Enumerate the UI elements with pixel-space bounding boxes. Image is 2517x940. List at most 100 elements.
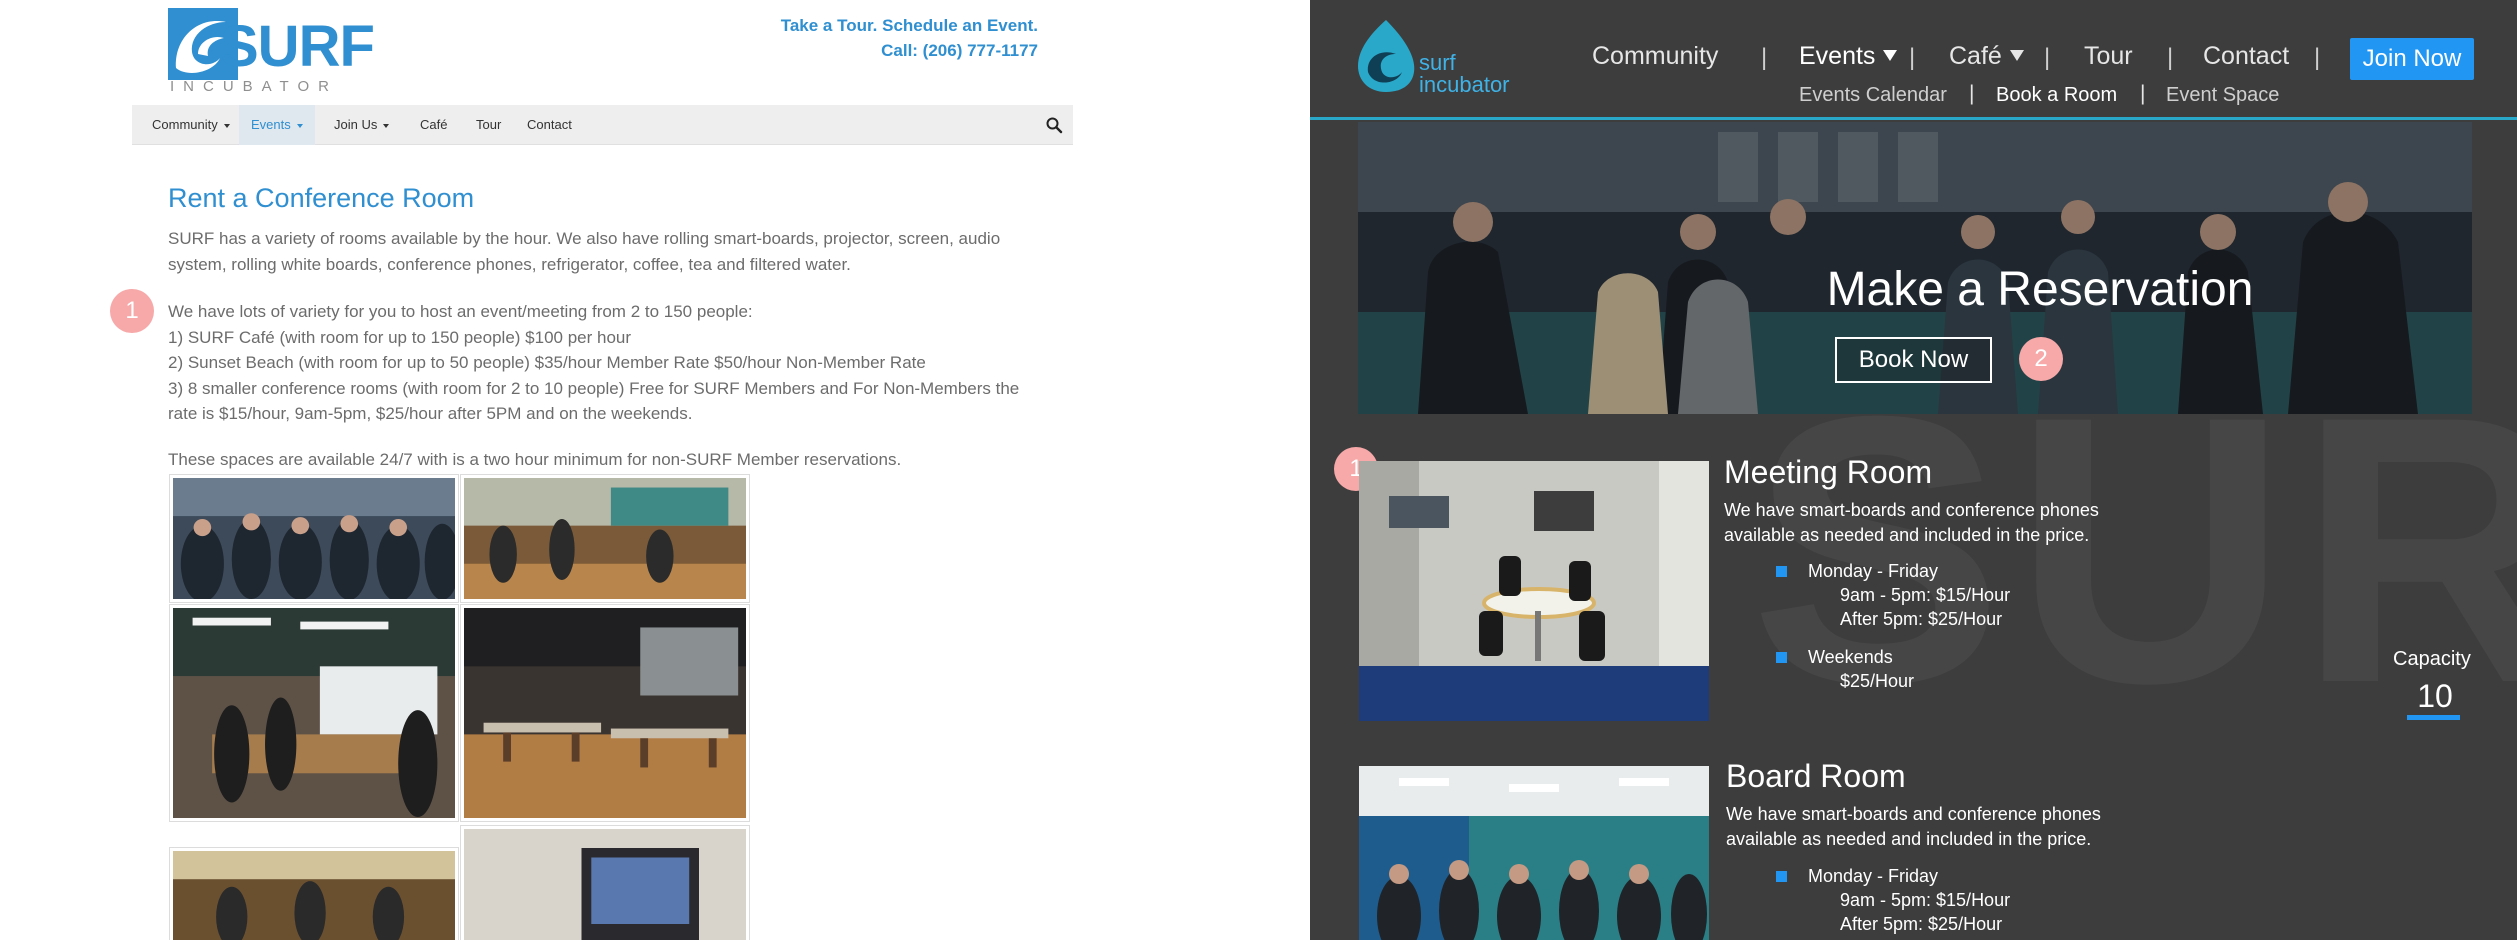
- schedule-rate: After 5pm: $25/Hour: [1840, 914, 2003, 934]
- surf-drop-logo-icon: [1358, 20, 1415, 92]
- intro-paragraph: SURF has a variety of rooms available by…: [168, 229, 1001, 274]
- schedule-rate: $25/Hour: [1840, 671, 1915, 691]
- subnav-book-a-room[interactable]: Book a Room: [1996, 84, 2117, 107]
- phone-link[interactable]: Call: (206) 777-1177: [781, 38, 1038, 63]
- logo-subtitle: INCUBATOR: [170, 78, 338, 95]
- variety-item: 3) 8 smaller conference rooms (with room…: [168, 378, 1020, 424]
- nav-label: Café: [1949, 42, 2002, 70]
- board-room-image: [1359, 766, 1709, 940]
- nav-item-events[interactable]: Events: [239, 105, 315, 145]
- subnav-separator: |: [2140, 82, 2146, 105]
- cafe-counter-image: [173, 851, 455, 940]
- event-room-image: [173, 608, 455, 818]
- meeting-room-photo[interactable]: [1359, 461, 1709, 721]
- gallery-photo[interactable]: [170, 605, 458, 821]
- caret-down-icon: [223, 123, 230, 128]
- surf-incubator-logo[interactable]: surf incubator: [1354, 18, 1534, 98]
- logo-text: surf incubator: [1419, 52, 1510, 96]
- header-tagline: Take a Tour. Schedule an Event. Call: (2…: [781, 13, 1038, 63]
- bullet-square-icon: [1776, 871, 1787, 882]
- variety-item: 1) SURF Café (with room for up to 150 pe…: [168, 327, 632, 347]
- triangle-down-icon: [2009, 49, 2024, 61]
- room-title: Board Room: [1726, 758, 1906, 794]
- nav-item-tour[interactable]: Tour: [464, 105, 513, 145]
- schedule-rate: 9am - 5pm: $15/Hour: [1840, 890, 2011, 910]
- logo-wordmark: SURF: [220, 14, 375, 79]
- nav-label: Tour: [476, 117, 502, 132]
- page-title: Rent a Conference Room: [168, 183, 475, 213]
- subnav-event-space[interactable]: Event Space: [2166, 84, 2279, 107]
- redesign-header: surf incubator Community | Events | Café…: [1310, 0, 2517, 118]
- triangle-down-icon: [1883, 49, 1898, 61]
- nav-separator: |: [1761, 44, 1768, 71]
- nav-label: Community: [152, 117, 218, 132]
- variety-lead: We have lots of variety for you to host …: [168, 302, 753, 321]
- bullet-square-icon: [1776, 652, 1787, 663]
- room-description: We have smart-boards and conference phon…: [1726, 804, 2101, 849]
- join-now-button[interactable]: Join Now: [2350, 38, 2474, 80]
- cafe-event-image: [464, 478, 746, 599]
- board-room-photo[interactable]: [1359, 766, 1709, 940]
- header-accent-line: [1310, 117, 2517, 120]
- hero-title: Make a Reservation: [1826, 263, 2254, 316]
- nav-separator: |: [2167, 44, 2174, 71]
- nav-item-community[interactable]: Community: [140, 105, 242, 145]
- current-site-mockup: SURF INCUBATOR Take a Tour. Schedule an …: [0, 0, 1310, 940]
- annotation-marker: 2: [2019, 337, 2063, 381]
- schedule-rate: 9am - 5pm: $15/Hour: [1840, 585, 2011, 605]
- schedule-days: Weekends: [1808, 647, 1893, 667]
- surf-logo[interactable]: SURF INCUBATOR: [168, 8, 375, 98]
- book-now-button[interactable]: Book Now: [1835, 337, 1992, 383]
- variety-item: 2) Sunset Beach (with room for up to 50 …: [168, 353, 926, 372]
- reservation-hero: Make a Reservation Book Now 2: [1358, 122, 2472, 414]
- schedule-rate: After 5pm: $25/Hour: [1840, 609, 2003, 629]
- availability-text: These spaces are available 24/7 with is …: [168, 450, 902, 469]
- nav-item-contact[interactable]: Contact: [515, 105, 584, 145]
- capacity-value: 10: [2417, 678, 2453, 714]
- nav-label: Café: [420, 117, 448, 132]
- subnav-events-calendar[interactable]: Events Calendar: [1799, 84, 1947, 107]
- gallery-photo[interactable]: [170, 475, 458, 602]
- schedule-days: Monday - Friday: [1808, 561, 1939, 581]
- subnav-separator: |: [1969, 82, 1975, 105]
- nav-item-tour[interactable]: Tour: [2084, 42, 2133, 71]
- nav-item-join-us[interactable]: Join Us: [322, 105, 401, 145]
- crowd-photo-image: [173, 478, 455, 599]
- search-icon[interactable]: [1045, 116, 1063, 134]
- logo-line-surf: surf: [1419, 50, 1456, 75]
- bullet-square-icon: [1776, 566, 1787, 577]
- main-navbar: Community Events Join Us Café Tour Conta…: [132, 105, 1073, 145]
- nav-label: Events: [1799, 42, 1876, 70]
- room-title: Meeting Room: [1724, 454, 1933, 490]
- caret-down-icon: [383, 123, 390, 128]
- caret-down-icon: [296, 123, 303, 128]
- nav-label: Events: [251, 117, 291, 132]
- gallery-photo[interactable]: [461, 475, 749, 602]
- tour-tagline-link[interactable]: Take a Tour. Schedule an Event.: [781, 13, 1038, 38]
- gallery-photo[interactable]: [461, 605, 749, 821]
- gallery-photo[interactable]: [461, 826, 749, 940]
- nav-separator: |: [2314, 44, 2321, 71]
- empty-tables-image: [464, 608, 746, 818]
- nav-item-events[interactable]: Events: [1799, 42, 1898, 71]
- capacity-label: Capacity: [2393, 648, 2471, 670]
- redesign-mockup: SURF surf incubator Community | Events |…: [1310, 0, 2517, 940]
- gallery-photo[interactable]: [170, 848, 458, 940]
- nav-item-contact[interactable]: Contact: [2203, 42, 2289, 71]
- nav-label: Join Us: [334, 117, 378, 132]
- nav-separator: |: [1909, 44, 1916, 71]
- nav-separator: |: [2044, 44, 2051, 71]
- meeting-room-image: [1359, 461, 1709, 721]
- nav-item-cafe[interactable]: Café: [408, 105, 459, 145]
- nav-item-cafe[interactable]: Café: [1949, 42, 2024, 71]
- presentation-screen-image: [464, 829, 746, 940]
- logo-line-incubator: incubator: [1419, 72, 1510, 97]
- room-description: We have smart-boards and conference phon…: [1724, 500, 2099, 545]
- nav-label: Contact: [527, 117, 572, 132]
- nav-item-community[interactable]: Community: [1592, 42, 1718, 71]
- variety-list: We have lots of variety for you to host …: [168, 299, 1048, 427]
- schedule-days: Monday - Friday: [1808, 866, 1939, 886]
- capacity-underline: [2407, 715, 2460, 720]
- annotation-marker: 1: [110, 289, 154, 333]
- comparison-canvas: SURF INCUBATOR Take a Tour. Schedule an …: [0, 0, 2517, 940]
